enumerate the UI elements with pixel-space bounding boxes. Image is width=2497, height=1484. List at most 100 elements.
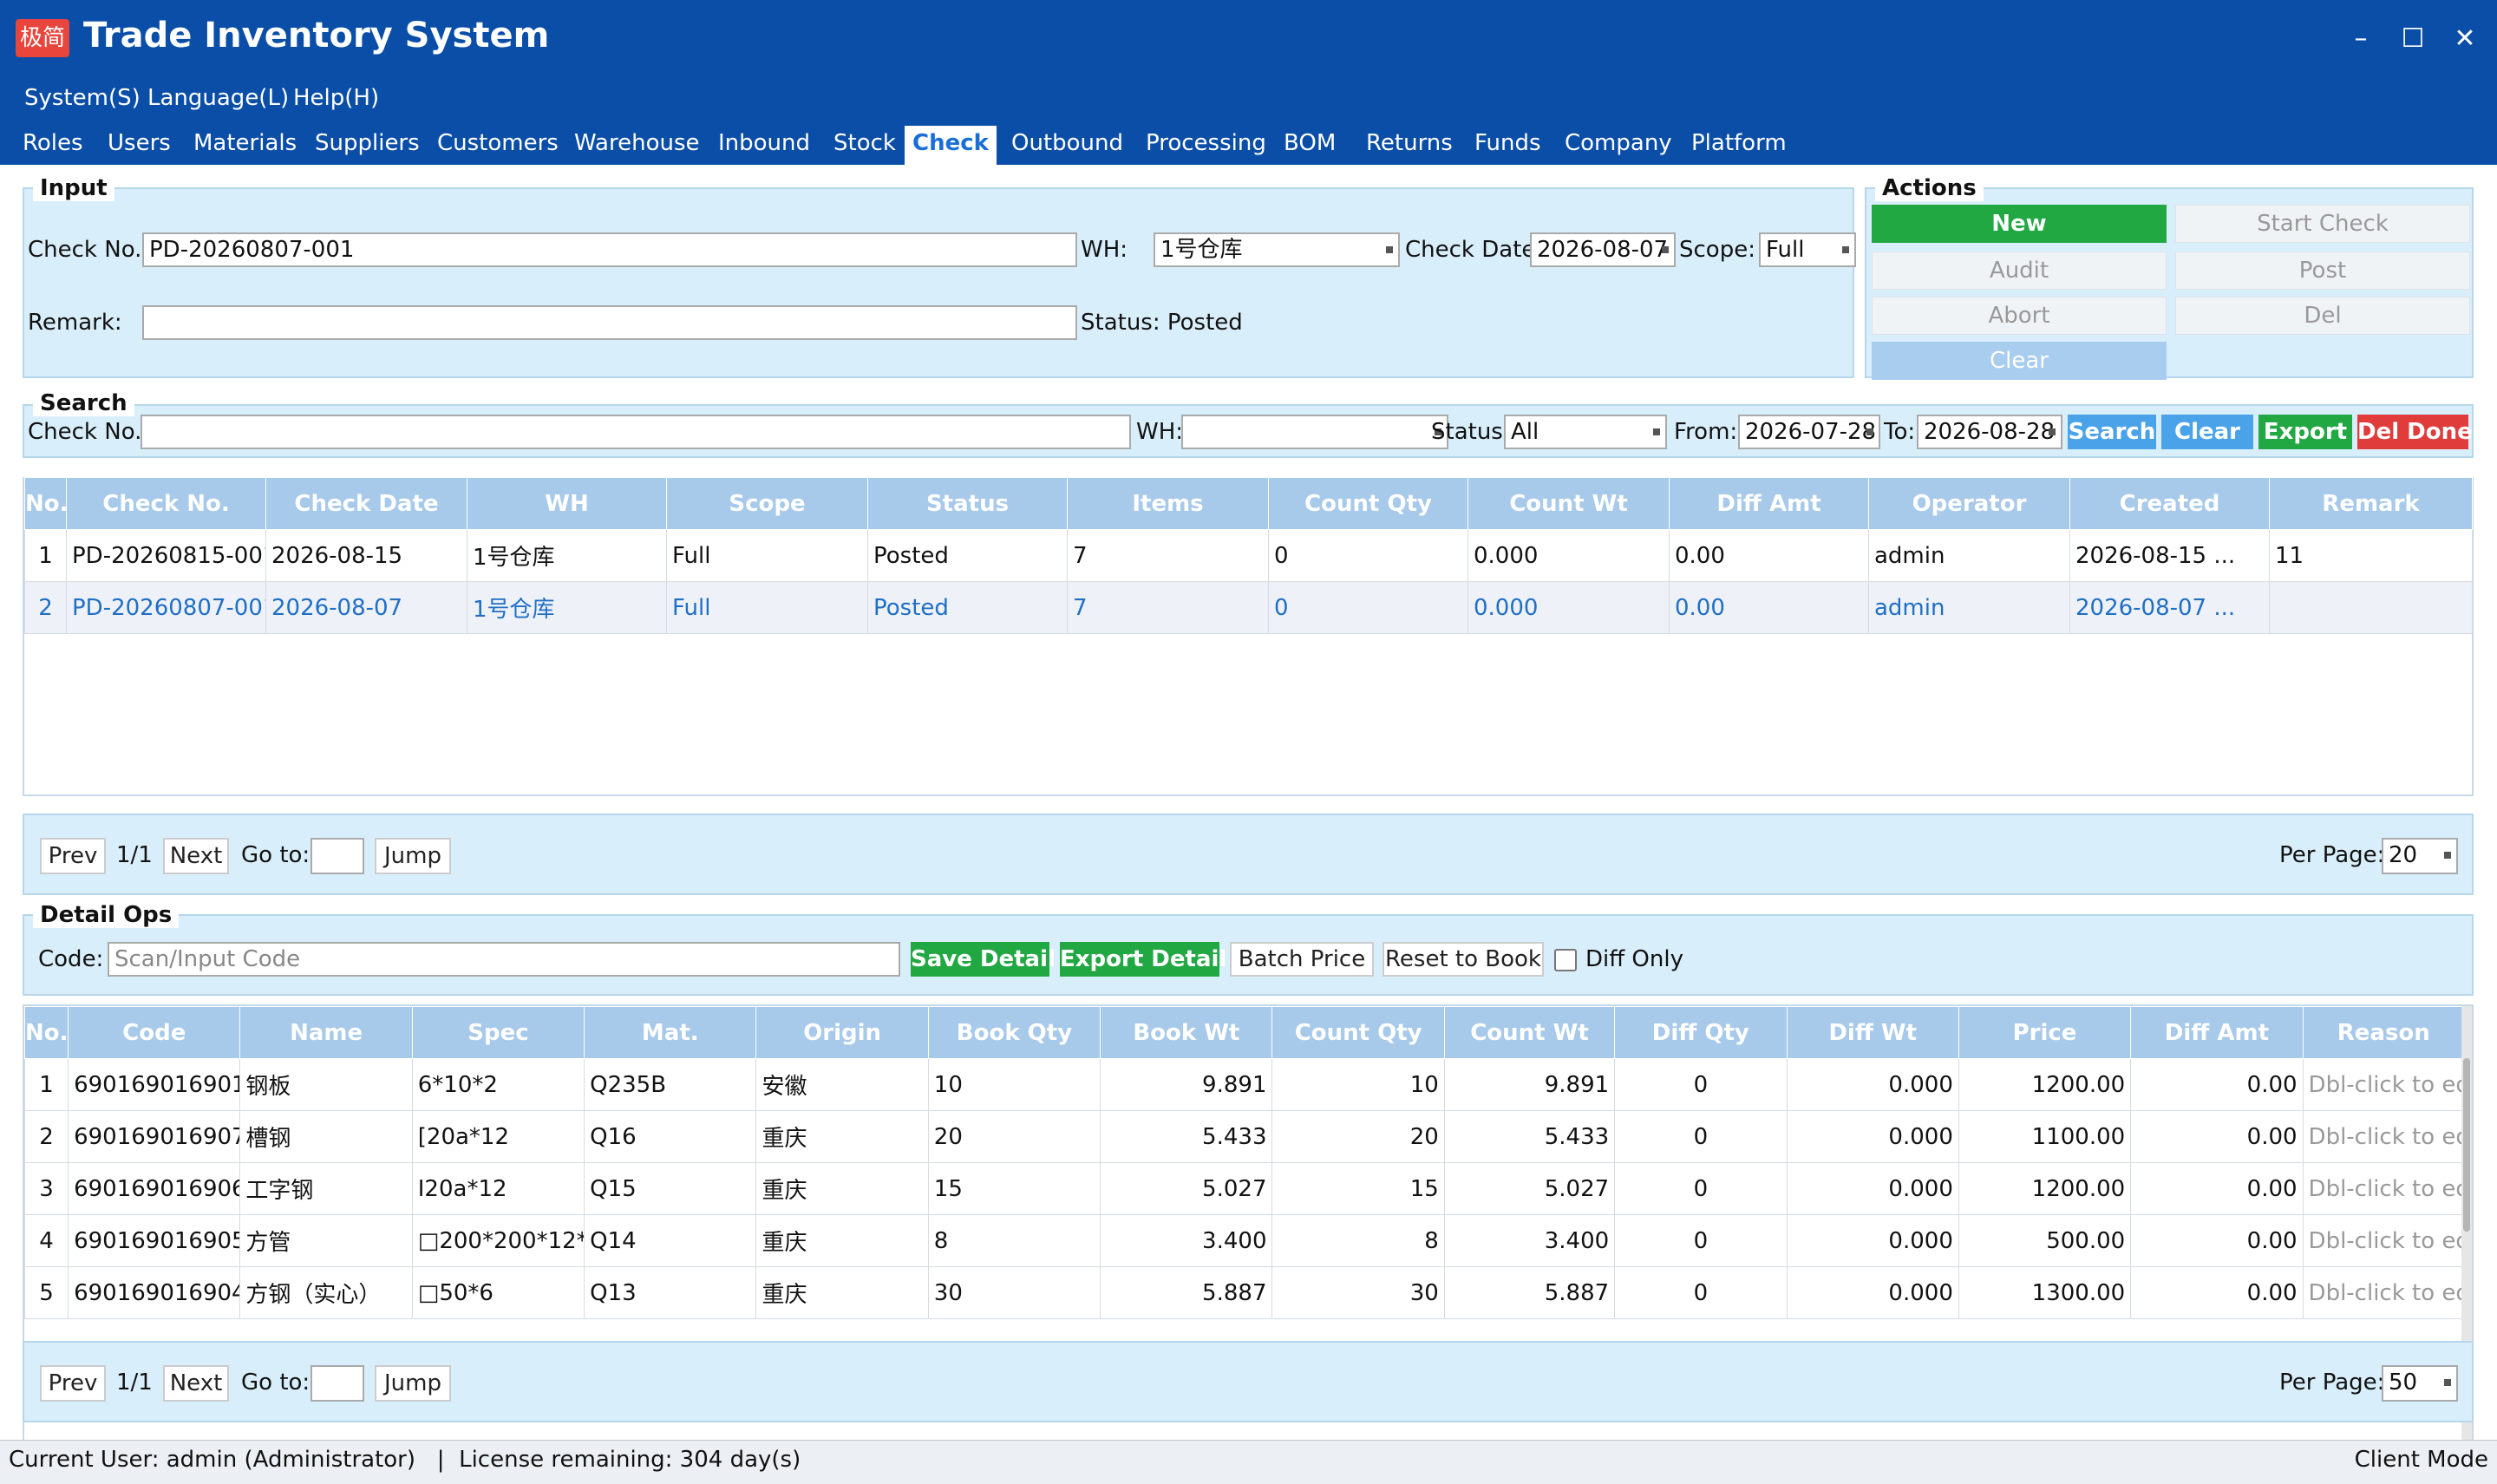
column-header[interactable]: Diff Wt [1786, 1006, 1959, 1059]
column-header[interactable]: Items [1067, 477, 1269, 530]
table-cell[interactable]: Dbl-click to edit [2302, 1162, 2466, 1215]
table-cell[interactable]: Dbl-click to edit [2302, 1214, 2466, 1267]
table-cell[interactable]: Dbl-click to edit [2302, 1110, 2466, 1163]
search-wh-select[interactable] [1181, 415, 1448, 449]
tab-check[interactable]: Check [905, 126, 997, 165]
column-header[interactable]: Spec [411, 1006, 585, 1059]
from-date-picker[interactable]: 2026-07-28 [1738, 415, 1880, 449]
tab-processing[interactable]: Processing [1146, 126, 1266, 165]
column-header[interactable]: Mat. [584, 1006, 757, 1059]
column-header[interactable]: Diff Amt [1669, 477, 1869, 530]
tab-roles[interactable]: Roles [23, 126, 83, 165]
reset-to-book-button[interactable]: Reset to Book [1383, 942, 1544, 977]
tab-inbound[interactable]: Inbound [718, 126, 810, 165]
table-row[interactable]: 2 PD-20260807-001 2026-08-07 1号仓库 Full Posted… [24, 581, 2473, 634]
column-header[interactable]: No. [24, 477, 69, 530]
search-button[interactable]: Search [2068, 415, 2156, 449]
remark-input[interactable] [142, 305, 1077, 340]
tab-materials[interactable]: Materials [193, 126, 297, 165]
column-header[interactable]: Name [239, 1006, 413, 1059]
column-header[interactable]: Scope [666, 477, 868, 530]
table-cell[interactable]: 15 [1271, 1162, 1445, 1215]
column-header[interactable]: WH [467, 477, 667, 530]
column-header[interactable]: Book Qty [927, 1006, 1101, 1059]
close-button[interactable]: ✕ [2439, 17, 2491, 61]
tab-warehouse[interactable]: Warehouse [574, 126, 700, 165]
clear-form-button[interactable]: Clear [1872, 342, 2167, 380]
save-detail-button[interactable]: Save Detail [911, 942, 1056, 977]
table-cell[interactable]: Dbl-click to edit [2302, 1058, 2466, 1111]
column-header[interactable]: No. [24, 1006, 69, 1059]
column-header[interactable]: Diff Qty [1614, 1006, 1788, 1059]
table-cell[interactable]: 3.400 [1443, 1214, 1616, 1267]
tab-company[interactable]: Company [1565, 126, 1672, 165]
tab-customers[interactable]: Customers [437, 126, 559, 165]
minimize-button[interactable]: – [2335, 17, 2387, 61]
table-row[interactable]: 2 690169016907 槽钢 [20a*12 Q16 重庆 20 5.433 20 5.43… [24, 1110, 2466, 1163]
jump-button[interactable]: Jump [375, 838, 451, 874]
table-cell[interactable]: 9.891 [1443, 1058, 1616, 1111]
del-done-button[interactable]: Del Done [2357, 415, 2473, 449]
tab-returns[interactable]: Returns [1366, 126, 1453, 165]
tab-funds[interactable]: Funds [1474, 126, 1541, 165]
detail-goto-input[interactable] [310, 1365, 364, 1402]
table-cell[interactable]: 8 [1271, 1214, 1445, 1267]
diff-only-checkbox[interactable] [1554, 949, 1577, 971]
table-cell[interactable]: 5.433 [1443, 1110, 1616, 1163]
del-button[interactable]: Del [2175, 297, 2470, 335]
audit-button[interactable]: Audit [1872, 252, 2167, 290]
tab-users[interactable]: Users [108, 126, 171, 165]
table-cell[interactable]: 5.887 [1443, 1266, 1616, 1319]
detail-jump-button[interactable]: Jump [375, 1365, 451, 1402]
tab-outbound[interactable]: Outbound [1011, 126, 1123, 165]
table-row[interactable]: 3 690169016906 工字钢 I20a*12 Q15 重庆 15 5.027 15 5.0… [24, 1162, 2466, 1215]
abort-button[interactable]: Abort [1872, 297, 2167, 335]
tab-suppliers[interactable]: Suppliers [315, 126, 420, 165]
check-no-input[interactable]: PD-20260807-001 [142, 232, 1077, 267]
code-input[interactable]: Scan/Input Code [108, 942, 900, 977]
column-header[interactable]: Price [1958, 1006, 2132, 1059]
new-button[interactable]: New [1872, 205, 2167, 243]
menu-system[interactable]: System(S) [24, 82, 141, 126]
scope-select[interactable]: Full [1759, 232, 1856, 267]
check-date-picker[interactable]: 2026-08-07 [1530, 232, 1676, 267]
table-cell[interactable]: 5.027 [1443, 1162, 1616, 1215]
table-cell[interactable]: 10 [1271, 1058, 1445, 1111]
column-header[interactable]: Created [2069, 477, 2270, 530]
scrollbar-thumb[interactable] [2463, 1058, 2470, 1232]
column-header[interactable]: Code [68, 1006, 241, 1059]
column-header[interactable]: Operator [1868, 477, 2070, 530]
column-header[interactable]: Check Date [265, 477, 467, 530]
table-row[interactable]: 1 690169016901 钢板 6*10*2 Q235B 安徽 10 9.891 10 9.8… [24, 1058, 2466, 1111]
tab-stock[interactable]: Stock [833, 126, 896, 165]
search-status-select[interactable]: All [1504, 415, 1667, 449]
column-header[interactable]: Status [867, 477, 1068, 530]
per-page-select[interactable]: 20 [2382, 838, 2458, 874]
menu-help[interactable]: Help(H) [293, 82, 379, 126]
batch-price-button[interactable]: Batch Price [1230, 942, 1374, 977]
column-header[interactable]: Count Wt [1467, 477, 1670, 530]
table-cell[interactable]: 30 [1271, 1266, 1445, 1319]
column-header[interactable]: Count Qty [1271, 1006, 1445, 1059]
column-header[interactable]: Count Wt [1443, 1006, 1616, 1059]
column-header[interactable]: Book Wt [1100, 1006, 1273, 1059]
column-header[interactable]: Check No. [66, 477, 266, 530]
export-detail-button[interactable]: Export Detail [1060, 942, 1226, 977]
table-row[interactable]: 4 690169016905 方管 □200*200*12*6 Q14 重庆 8 3.400 8… [24, 1214, 2466, 1267]
column-header[interactable]: Reason [2302, 1006, 2466, 1059]
column-header[interactable]: Remark [2269, 477, 2473, 530]
table-cell[interactable]: 20 [1271, 1110, 1445, 1163]
next-page-button[interactable]: Next [163, 838, 229, 874]
tab-platform[interactable]: Platform [1691, 126, 1787, 165]
detail-per-page-select[interactable]: 50 [2382, 1365, 2458, 1402]
goto-input[interactable] [310, 838, 364, 874]
column-header[interactable]: Origin [755, 1006, 929, 1059]
prev-page-button[interactable]: Prev [40, 838, 106, 874]
start-check-button[interactable]: Start Check [2175, 205, 2470, 243]
wh-select[interactable]: 1号仓库 [1154, 232, 1400, 267]
maximize-button[interactable]: ☐ [2387, 17, 2439, 61]
table-cell[interactable]: Dbl-click to edit [2302, 1266, 2466, 1319]
table-row[interactable]: 5 690169016904 方钢（实心） □50*6 Q13 重庆 30 5.887 30 5.… [24, 1266, 2466, 1319]
detail-prev-page-button[interactable]: Prev [40, 1365, 106, 1402]
tab-bom[interactable]: BOM [1284, 126, 1336, 165]
